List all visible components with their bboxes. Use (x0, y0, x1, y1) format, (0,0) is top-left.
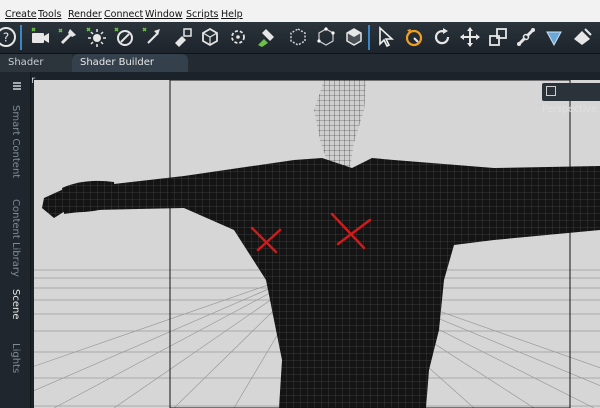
menu-window[interactable]: Window (145, 9, 182, 21)
svg-text:?: ? (3, 31, 9, 45)
menu-create[interactable]: Create (5, 9, 37, 21)
create-camera-icon[interactable] (28, 25, 52, 49)
new-primitive-icon[interactable] (170, 25, 194, 49)
rotate-tool-icon[interactable] (430, 25, 454, 49)
create-linear-light-icon[interactable] (140, 25, 164, 49)
toolbar-separator (20, 25, 22, 50)
create-distant-light-icon[interactable] (112, 25, 136, 49)
tab-scene[interactable]: Scene (4, 284, 26, 324)
menu-bar: Create Tools Render Connect Window Scrip… (0, 0, 600, 23)
viewport-camera-label: Perspective (542, 104, 598, 115)
create-point-light-icon[interactable] (84, 25, 108, 49)
menu-scripts[interactable]: Scripts (186, 9, 219, 21)
node-weight-icon[interactable] (198, 25, 222, 49)
joint-editor-icon[interactable] (226, 25, 250, 49)
polygon-select-icon[interactable] (342, 25, 366, 49)
joint-tool-icon[interactable] (514, 25, 538, 49)
tab-lights[interactable]: Lights (4, 334, 26, 382)
tab-content-library[interactable]: Content Library (4, 192, 26, 284)
surface-selection-icon[interactable] (542, 25, 566, 49)
vertex-select-icon[interactable] (314, 25, 338, 49)
menu-render[interactable]: Render (68, 9, 102, 21)
toolbar: ? (0, 22, 600, 54)
render-icon[interactable] (570, 25, 594, 49)
menu-tools[interactable]: Tools (38, 9, 61, 21)
toolbar-separator (368, 25, 370, 50)
node-paint-icon[interactable] (254, 25, 278, 49)
viewport-camera-icon (546, 86, 556, 96)
viewport-3d[interactable] (34, 80, 600, 408)
pane-tab-strip: Shader Mixer Shader Builder (0, 54, 600, 86)
viewport-scene (34, 80, 600, 408)
scale-tool-icon[interactable] (486, 25, 510, 49)
translate-tool-icon[interactable] (458, 25, 482, 49)
tab-shader-mixer[interactable]: Shader Mixer (0, 54, 72, 86)
pointer-tool-icon[interactable] (374, 25, 398, 49)
left-pane-tabs: Smart Content Content Library Scene Ligh… (0, 72, 31, 408)
tab-shader-builder[interactable]: Shader Builder (72, 54, 188, 72)
create-spotlight-icon[interactable] (56, 25, 80, 49)
geometry-editor-icon[interactable] (286, 25, 310, 49)
pane-options-icon[interactable] (11, 77, 23, 90)
viewport-camera-selector[interactable]: Perspective (542, 83, 600, 115)
tab-smart-content[interactable]: Smart Content (4, 102, 26, 182)
universal-rotate-icon[interactable] (402, 25, 426, 49)
menu-help[interactable]: Help (221, 9, 243, 21)
menu-connect[interactable]: Connect (104, 9, 143, 21)
